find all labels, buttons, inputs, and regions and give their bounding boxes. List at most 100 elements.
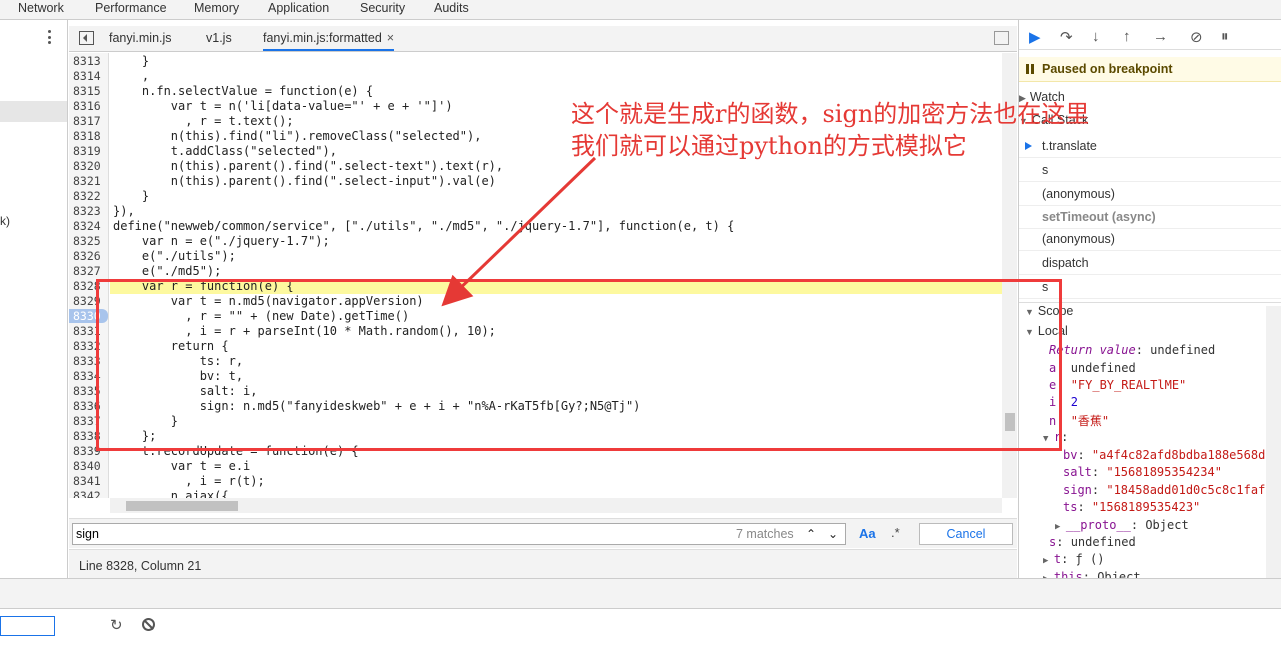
scope-variable[interactable]: ▶ __proto__: Object [1055,518,1189,532]
step-into-icon[interactable]: ↓ [1092,28,1100,45]
cancel-button[interactable]: Cancel [919,523,1013,545]
next-match-button[interactable]: ⌄ [823,524,843,544]
scope-variable[interactable]: Return value: undefined [1049,343,1215,357]
scope-value: "香蕉" [1070,414,1110,428]
search-input[interactable] [72,523,846,545]
devtools-window: { "top_tabs": ["Network", "Performance",… [0,0,1281,646]
code-horizontal-scrollbar[interactable] [110,498,1002,513]
scope-separator: : [1077,448,1092,462]
code-line[interactable]: }), [113,204,135,219]
console-toolbar: ↻ [0,608,1281,646]
tab-memory[interactable]: Memory [194,1,239,15]
console-drawer-header [0,578,1281,608]
line-number[interactable]: 8342 [73,489,101,498]
code-line[interactable]: var t = e.i [113,459,250,474]
tab-audits[interactable]: Audits [434,1,469,15]
deactivate-breakpoints-icon[interactable]: ⊘ [1190,28,1203,46]
editor-tab-formatted[interactable]: fanyi.min.js:formatted × [263,31,395,51]
code-line[interactable]: e("./utils"); [113,249,236,264]
pause-on-exceptions-icon[interactable]: ⏸ [1221,28,1229,45]
line-number[interactable]: 8322 [73,189,101,203]
reload-icon[interactable]: ↻ [110,616,123,634]
code-line[interactable]: n.fn.selectValue = function(e) { [113,84,373,99]
previous-match-button[interactable]: ⌃ [801,524,821,544]
line-number[interactable]: 8340 [73,459,101,473]
code-line[interactable]: } [113,54,149,69]
code-line[interactable]: , r = t.text(); [113,114,293,129]
step-icon[interactable]: → [1153,28,1168,45]
scope-variable[interactable]: s: undefined [1049,535,1136,549]
scope-variable[interactable]: ts: "1568189535423" [1063,500,1200,514]
call-frame-label: (anonymous) [1042,187,1115,201]
call-frame[interactable]: (anonymous) [1019,182,1281,206]
scope-variable[interactable]: salt: "15681895354234" [1063,465,1222,479]
line-number[interactable]: 8318 [73,129,101,143]
editor-tab-v1[interactable]: v1.js [206,31,232,45]
expand-triangle-icon[interactable]: ▶ [1043,556,1054,566]
scope-value: Object [1097,570,1141,578]
more-options-icon[interactable] [44,29,54,45]
tab-performance[interactable]: Performance [95,1,167,15]
scope-key: Return value [1049,343,1136,357]
scope-variable[interactable]: ▶ this: Object [1043,570,1141,578]
close-tab-icon[interactable]: × [387,31,394,45]
console-filter-input[interactable] [0,616,55,636]
code-line[interactable]: e("./md5"); [113,264,221,279]
toggle-navigator-icon[interactable] [79,31,94,45]
line-number[interactable]: 8321 [73,174,101,188]
line-number[interactable]: 8316 [73,99,101,113]
tab-network[interactable]: Network [18,1,64,15]
scope-key: this [1053,570,1083,578]
expand-triangle-icon[interactable]: ▶ [1043,574,1054,578]
editor-tabbar: fanyi.min.js v1.js fanyi.min.js:formatte… [69,26,1017,52]
code-line[interactable]: define("newweb/common/service", ["./util… [113,219,734,234]
match-case-button[interactable]: Aa [859,526,876,541]
scope-variable[interactable]: e: "FY_BY_REALTlME" [1049,378,1186,392]
line-number[interactable]: 8319 [73,144,101,158]
scope-value: ƒ () [1075,552,1105,566]
line-number[interactable]: 8326 [73,249,101,263]
code-line[interactable]: var n = e("./jquery-1.7"); [113,234,330,249]
step-out-icon[interactable]: ↑ [1123,28,1131,45]
code-line[interactable]: } [113,189,149,204]
debugger-toolbar: ▶ ↷ ↓ ↑ → ⊘ ⏸ [1019,26,1281,50]
editor-tab-fanyi-min[interactable]: fanyi.min.js [109,31,172,45]
code-line[interactable]: n(this).find("li").removeClass("selected… [113,129,482,144]
code-line[interactable]: n.ajax({ [113,489,229,498]
block-icon[interactable] [142,618,155,631]
tab-security[interactable]: Security [360,1,405,15]
code-line[interactable]: t.addClass("selected"), [113,144,337,159]
selected-navigator-item[interactable] [0,101,67,122]
call-frame[interactable]: dispatch [1019,251,1281,275]
tab-application[interactable]: Application [268,1,329,15]
scope-variable[interactable]: a: undefined [1049,361,1136,375]
expand-triangle-icon[interactable]: ▶ [1055,522,1066,532]
line-number[interactable]: 8320 [73,159,101,173]
resume-icon[interactable]: ▶ [1029,28,1041,46]
code-line[interactable]: , i = r(t); [113,474,264,489]
line-number[interactable]: 8317 [73,114,101,128]
code-line[interactable]: , [113,69,149,84]
scope-variable[interactable]: bv: "a4f4c82afd8bdba188e568d10 [1063,448,1280,462]
line-number[interactable]: 8323 [73,204,101,218]
line-number[interactable]: 8327 [73,264,101,278]
line-number[interactable]: 8315 [73,84,101,98]
scope-variable[interactable]: sign: "18458add01d0c5c8c1faf0a [1063,483,1280,497]
scope-separator: : [1061,430,1076,444]
annotation-line-1: 这个就是生成r的函数，sign的加密方法也在这里 [571,100,1090,128]
line-number[interactable]: 8341 [73,474,101,488]
line-number[interactable]: 8313 [73,54,101,68]
cursor-position: Line 8328, Column 21 [79,559,202,573]
call-frame[interactable]: (anonymous) [1019,227,1281,251]
line-number[interactable]: 8314 [73,69,101,83]
line-number[interactable]: 8325 [73,234,101,248]
toggle-debugger-icon[interactable] [994,31,1009,45]
scope-variable[interactable]: ▶ t: ƒ () [1043,552,1104,566]
scope-scrollbar[interactable] [1266,306,1281,578]
scope-separator: : [1077,500,1092,514]
line-number[interactable]: 8324 [73,219,101,233]
code-line[interactable]: var t = n('li[data-value="' + e + '"]') [113,99,453,114]
scroll-thumb[interactable] [126,501,238,511]
step-over-icon[interactable]: ↷ [1060,28,1073,46]
regex-button[interactable]: .* [891,525,900,540]
